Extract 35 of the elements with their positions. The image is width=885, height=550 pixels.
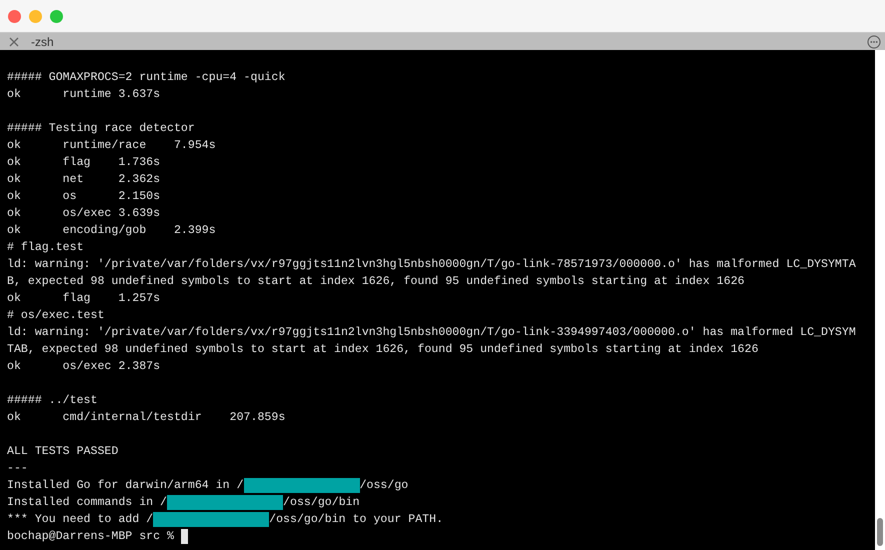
- terminal-line: ok flag 1.257s: [7, 291, 162, 307]
- terminal-line: *** You need to add /: [7, 512, 154, 528]
- terminal-line: Installed Go for darwin/arm64 in /: [7, 478, 244, 494]
- shell-prompt: bochap@Darrens-MBP src %: [7, 529, 175, 545]
- terminal-line: TAB, expected 98 undefined symbols to start at index 1626, found 95 undefined symbols starting at index 1626: [7, 342, 760, 358]
- terminal-line: ok encoding/gob 2.399s: [7, 223, 217, 239]
- close-tab-icon[interactable]: [9, 36, 19, 46]
- terminal-line: ok os/exec 3.639s: [7, 206, 162, 222]
- terminal-line: B, expected 98 undefined symbols to start at index 1626, found 95 undefined symbols starting at index 1626: [7, 274, 746, 290]
- more-options-icon[interactable]: [867, 34, 881, 48]
- terminal-line: ld: warning: '/private/var/folders/vx/r97ggjts11n2lvn3hgl5nbsh0000gn/T/go-link-3394997403/000000.o' has malformed LC_DYSYM: [7, 325, 857, 341]
- terminal-line: ##### ../test: [7, 393, 98, 409]
- terminal-line: Installed commands in /: [7, 495, 168, 511]
- terminal-line: ok cmd/internal/testdir 207.859s: [7, 410, 286, 426]
- terminal-line: ok os/exec 2.387s: [7, 359, 162, 375]
- terminal-line: ---: [7, 461, 29, 477]
- terminal-line: ok os 2.150s: [7, 189, 162, 205]
- scrollbar-thumb[interactable]: [877, 518, 883, 546]
- terminal-line: ld: warning: '/private/var/folders/vx/r97ggjts11n2lvn3hgl5nbsh0000gn/T/go-link-78571973/000000.o' has malformed LC_DYSYMTA: [7, 257, 857, 273]
- minimize-window-button[interactable]: [29, 10, 42, 22]
- terminal-line: ok runtime 3.637s: [7, 87, 162, 103]
- text-cursor: [180, 529, 188, 544]
- terminal-line: ok runtime/race 7.954s: [7, 138, 217, 154]
- terminal-line: # os/exec.test: [7, 308, 106, 324]
- terminal-line: ALL TESTS PASSED: [7, 444, 120, 460]
- terminal-line: /oss/go: [360, 478, 408, 494]
- terminal-line: ok net 2.362s: [7, 172, 162, 188]
- close-window-button[interactable]: [8, 10, 21, 22]
- terminal-line: /oss/go/bin to your PATH.: [269, 512, 444, 528]
- terminal-line: ok flag 1.736s: [7, 155, 162, 171]
- zoom-window-button[interactable]: [50, 10, 63, 22]
- terminal-line: ##### GOMAXPROCS=2 runtime -cpu=4 -quick: [7, 70, 286, 86]
- terminal-line: /oss/go/bin: [283, 495, 360, 511]
- terminal-line: ##### Testing race detector: [7, 121, 196, 137]
- terminal-line: # flag.test: [7, 240, 85, 256]
